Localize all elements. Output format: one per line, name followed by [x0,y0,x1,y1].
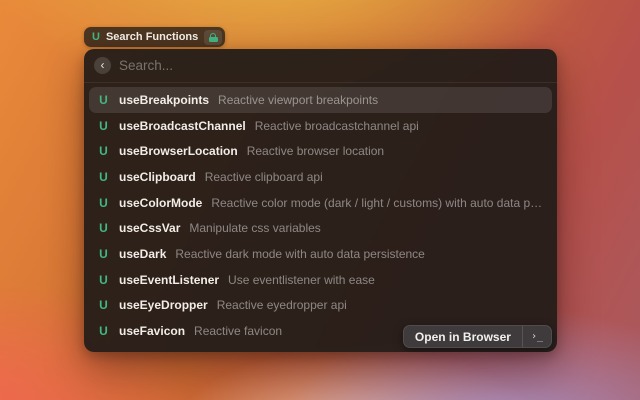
list-item[interactable]: U useDark Reactive dark mode with auto d… [89,241,552,267]
vueuse-u-icon: U [97,119,110,133]
vueuse-u-icon: U [97,324,110,338]
list-item[interactable]: U useCssVar Manipulate css variables [89,215,552,241]
list-item[interactable]: U useBroadcastChannel Reactive broadcast… [89,113,552,139]
search-input[interactable] [119,58,547,73]
function-description: Reactive color mode (dark / light / cust… [211,196,544,210]
function-name: useColorMode [119,196,202,210]
open-in-browser-label: Open in Browser [404,326,522,347]
function-name: useCssVar [119,221,180,235]
extension-tag[interactable]: U Search Functions [84,27,225,47]
function-name: useEventListener [119,273,219,287]
function-name: useBroadcastChannel [119,119,246,133]
function-description: Reactive fullscreen api [209,350,330,352]
function-description: Reactive broadcastchannel api [255,119,419,133]
vueuse-logo-icon: U [92,32,100,43]
function-description: Reactive viewport breakpoints [218,93,378,107]
function-name: useFavicon [119,324,185,338]
function-name: useBreakpoints [119,93,209,107]
function-description: Reactive clipboard api [205,170,323,184]
list-item[interactable]: U useBreakpoints Reactive viewport break… [89,87,552,113]
search-panel: ‹ U useBreakpoints Reactive viewport bre… [84,49,557,352]
search-bar: ‹ [84,49,557,83]
list-item[interactable]: U useColorMode Reactive color mode (dark… [89,190,552,216]
list-item[interactable]: U useBrowserLocation Reactive browser lo… [89,138,552,164]
function-description: Reactive dark mode with auto data persis… [175,247,424,261]
function-description: Reactive browser location [247,144,384,158]
function-name: useFullscreen [119,350,200,352]
vueuse-u-icon: U [97,298,110,312]
function-description: Use eventlistener with ease [228,273,375,287]
desktop-background: { "header_tag": { "logo": "U", "title": … [0,0,640,400]
vueuse-u-icon: U [97,221,110,235]
function-description: Reactive eyedropper api [217,298,347,312]
function-name: useDark [119,247,166,261]
chevron-left-icon: ‹ [101,59,105,71]
back-button[interactable]: ‹ [94,57,111,74]
list-item[interactable]: U useClipboard Reactive clipboard api [89,164,552,190]
extension-title: Search Functions [106,31,198,43]
function-name: useEyeDropper [119,298,208,312]
lock-badge [204,30,222,45]
vueuse-u-icon: U [97,170,110,184]
lock-icon [210,33,216,37]
function-list: U useBreakpoints Reactive viewport break… [84,83,557,352]
list-item[interactable]: U useEyeDropper Reactive eyedropper api [89,293,552,319]
terminal-shortcut-icon: ›_ [523,326,551,347]
vueuse-u-icon: U [97,350,110,352]
list-item[interactable]: U useEventListener Use eventlistener wit… [89,267,552,293]
vueuse-u-icon: U [97,273,110,287]
vueuse-u-icon: U [97,196,110,210]
function-description: Reactive favicon [194,324,282,338]
vueuse-u-icon: U [97,247,110,261]
vueuse-u-icon: U [97,93,110,107]
function-name: useClipboard [119,170,196,184]
vueuse-u-icon: U [97,144,110,158]
function-name: useBrowserLocation [119,144,238,158]
open-in-browser-button[interactable]: Open in Browser ›_ [403,325,552,348]
function-description: Manipulate css variables [189,221,320,235]
